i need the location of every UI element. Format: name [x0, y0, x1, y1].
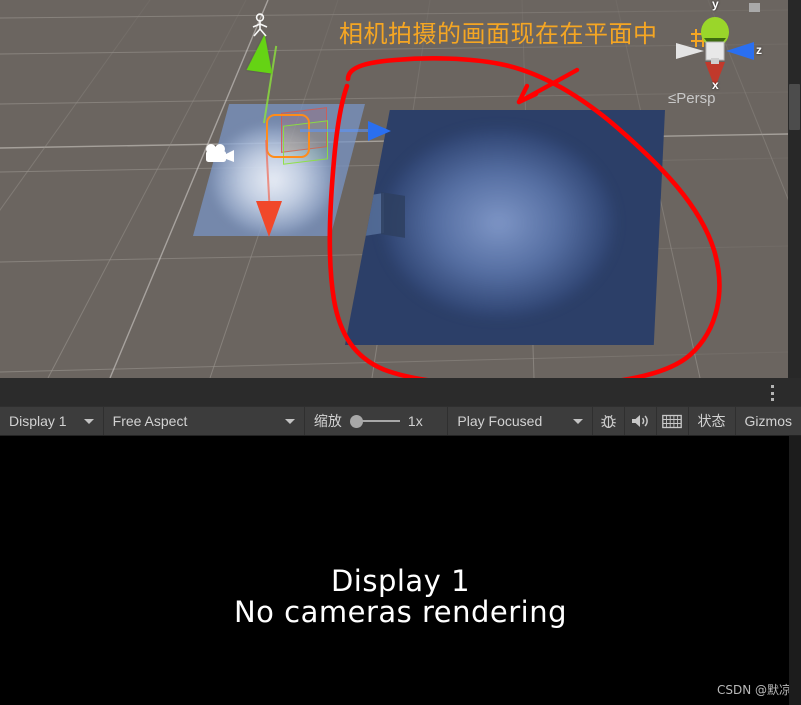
- chevron-down-icon: [572, 418, 583, 424]
- display-selector[interactable]: Display 1: [0, 407, 104, 435]
- gizmo-axis-x-arrow[interactable]: [256, 201, 282, 237]
- scene-object-camera-render-plane[interactable]: [345, 110, 665, 345]
- bug-icon: [601, 414, 616, 428]
- scale-slider-knob[interactable]: [349, 414, 363, 428]
- stats-button-label: 状态: [697, 413, 726, 429]
- gizmo-axis-y-arrow[interactable]: [246, 32, 278, 74]
- projection-mode-text: Persp: [676, 90, 716, 107]
- game-view-message: Display 1 No cameras rendering: [0, 566, 801, 628]
- game-view-message-line1: Display 1: [330, 564, 471, 598]
- speaker-icon: [631, 415, 648, 427]
- play-mode-label: Play Focused: [457, 413, 543, 429]
- stats-bug-button[interactable]: [593, 407, 625, 435]
- game-view-toolbar: Display 1 Free Aspect 缩放 1x Play Focused: [0, 406, 801, 436]
- play-mode-selector[interactable]: Play Focused: [448, 407, 593, 435]
- game-view-message-line2: No cameras rendering: [233, 595, 567, 629]
- aspect-ratio-label: Free Aspect: [112, 413, 188, 429]
- unity-editor-window: y z x ≤Persp 相机拍摄的画面现在在平面中 Display 1 Fre…: [0, 0, 801, 705]
- watermark: CSDN @默凉: [716, 683, 791, 697]
- game-view-tab-bar: [0, 378, 801, 408]
- grid-icon: [662, 414, 682, 428]
- panel-options-menu-icon[interactable]: [764, 384, 780, 402]
- mute-audio-button[interactable]: [625, 407, 657, 435]
- gizmo-label-y: y: [712, 0, 719, 11]
- light-icon[interactable]: [249, 13, 271, 37]
- movie-camera-icon[interactable]: [203, 143, 237, 165]
- gizmo-grid-button[interactable]: [657, 407, 689, 435]
- game-view-right-strip: [789, 436, 801, 705]
- gizmos-button[interactable]: Gizmos: [736, 407, 801, 435]
- render-cube-face-b: [381, 192, 405, 238]
- scale-label: 缩放: [313, 413, 342, 429]
- gizmo-axis-z-arrow[interactable]: [368, 121, 391, 141]
- stats-button[interactable]: 状态: [689, 407, 736, 435]
- gizmo-label-z: z: [756, 43, 762, 57]
- scene-scrollbar-thumb[interactable]: [789, 84, 800, 130]
- scene-view[interactable]: y z x ≤Persp 相机拍摄的画面现在在平面中: [0, 0, 788, 378]
- scene-orientation-gizmo[interactable]: y z x ≤Persp: [660, 0, 770, 118]
- scene-right-strip: [788, 0, 801, 378]
- projection-mode-label[interactable]: ≤Persp: [668, 90, 715, 107]
- scale-value: 1x: [407, 413, 423, 429]
- projection-prefix-icon: ≤: [668, 90, 677, 107]
- display-selector-label: Display 1: [9, 413, 67, 429]
- gizmos-button-label: Gizmos: [744, 413, 792, 429]
- chevron-down-icon: [83, 418, 94, 424]
- aspect-ratio-selector[interactable]: Free Aspect: [104, 407, 305, 435]
- gizmo-axis-z-line: [300, 129, 372, 132]
- scale-control[interactable]: 缩放 1x: [305, 407, 449, 435]
- scale-slider[interactable]: [349, 414, 400, 428]
- chevron-down-icon: [284, 418, 295, 424]
- render-light-glow: [383, 128, 614, 317]
- selection-outline: [266, 114, 310, 158]
- game-view[interactable]: Display 1 No cameras rendering CSDN @默凉: [0, 436, 801, 705]
